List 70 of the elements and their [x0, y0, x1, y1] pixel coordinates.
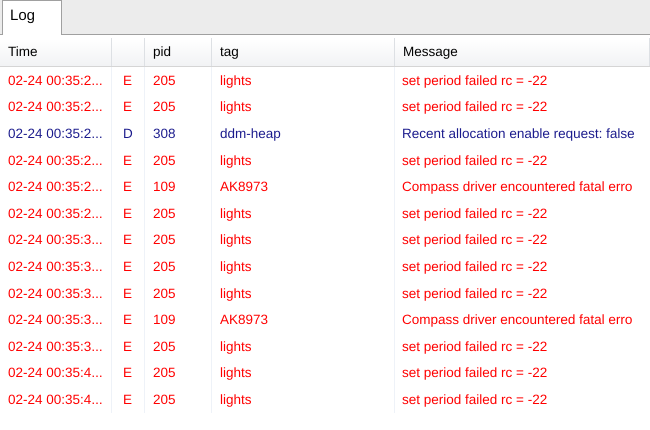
table-cell: 02-24 00:35:3...: [8, 338, 103, 354]
table-cell: set period failed rc = -22: [402, 72, 548, 88]
table-cell: lights: [220, 99, 252, 114]
table-cell: set period failed rc = -22: [402, 286, 548, 301]
table-cell: lights: [220, 232, 252, 248]
table-cell: 02-24 00:35:3...: [8, 286, 103, 301]
table-cell: E: [123, 258, 132, 274]
table-cell: 205: [153, 206, 176, 221]
table-cell: lights: [220, 392, 252, 407]
table-cell: E: [123, 312, 132, 328]
table-cell: E: [123, 152, 132, 168]
table-cell: AK8973: [220, 179, 268, 194]
table-cell: 109: [153, 179, 176, 194]
table-cell: 205: [153, 72, 176, 88]
table-cell: set period failed rc = -22: [402, 206, 548, 221]
table-cell: set period failed rc = -22: [402, 232, 548, 248]
table-cell: E: [123, 338, 132, 354]
table-cell: set period failed rc = -22: [402, 258, 548, 274]
table-cell: set period failed rc = -22: [402, 365, 548, 380]
table-cell: 02-24 00:35:2...: [8, 72, 103, 88]
table-cell: 02-24 00:35:2...: [8, 179, 103, 194]
table-cell: lights: [220, 152, 252, 168]
table-cell: Compass driver encountered fatal erro: [402, 312, 632, 328]
column-header[interactable]: tag: [212, 38, 395, 66]
table-cell: 205: [153, 258, 176, 274]
table-cell: 205: [153, 338, 176, 354]
table-cell: E: [123, 365, 132, 380]
table-cell: 02-24 00:35:2...: [8, 99, 103, 114]
table-cell: 02-24 00:35:4...: [8, 392, 103, 407]
table-cell: 205: [153, 152, 176, 168]
table-cell: 02-24 00:35:3...: [8, 312, 103, 328]
table-cell: 02-24 00:35:3...: [8, 232, 103, 248]
table-cell: set period failed rc = -22: [402, 338, 548, 354]
table-cell: E: [123, 286, 132, 301]
table-cell: set period failed rc = -22: [402, 152, 548, 168]
table-cell: 109: [153, 312, 176, 328]
table-cell: E: [123, 179, 132, 194]
table-cell: 02-24 00:35:4...: [8, 365, 103, 380]
table-cell: lights: [220, 286, 252, 301]
table-cell: 205: [153, 232, 176, 248]
table-cell: 205: [153, 99, 176, 114]
table-cell: lights: [220, 258, 252, 274]
table-cell: E: [123, 99, 132, 114]
column-header[interactable]: pid: [145, 38, 212, 66]
table-cell: Recent allocation enable request: false: [402, 126, 635, 141]
table-cell: 205: [153, 286, 176, 301]
column-header[interactable]: Time: [0, 38, 112, 66]
table-cell: lights: [220, 72, 252, 88]
table-cell: ddm-heap: [220, 126, 281, 141]
table-cell: E: [123, 206, 132, 221]
table-cell: 308: [153, 126, 176, 141]
table-cell: E: [123, 72, 132, 88]
table-cell: E: [123, 392, 132, 407]
table-cell: D: [123, 126, 133, 141]
table-cell: 02-24 00:35:2...: [8, 206, 103, 221]
table-cell: 02-24 00:35:3...: [8, 258, 103, 274]
column-header[interactable]: Message: [395, 38, 650, 66]
table-cell: 205: [153, 365, 176, 380]
table-cell: 02-24 00:35:2...: [8, 126, 103, 141]
table-cell: AK8973: [220, 312, 268, 328]
table-cell: 02-24 00:35:2...: [8, 152, 103, 168]
table-cell: 205: [153, 392, 176, 407]
log-tab[interactable]: Log: [2, 0, 62, 35]
table-cell: Compass driver encountered fatal erro: [402, 179, 632, 194]
table-cell: set period failed rc = -22: [402, 392, 548, 407]
table-cell: lights: [220, 365, 252, 380]
table-cell: set period failed rc = -22: [402, 99, 548, 114]
table-cell: lights: [220, 338, 252, 354]
table-cell: E: [123, 232, 132, 248]
table-cell: lights: [220, 206, 252, 221]
